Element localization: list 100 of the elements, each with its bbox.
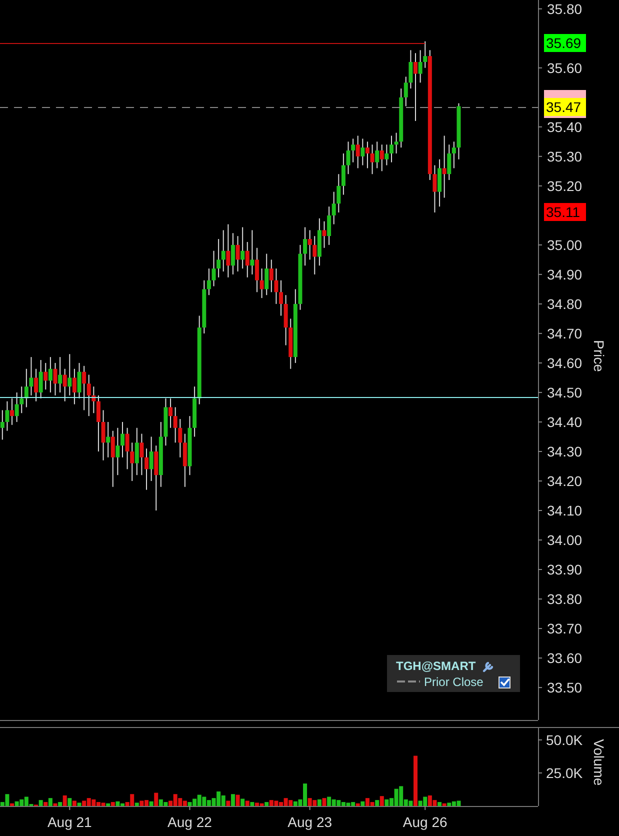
bar <box>58 802 62 806</box>
candlestick <box>24 368 28 408</box>
candlestick <box>182 433 187 488</box>
candlestick <box>68 354 72 396</box>
candlestick <box>254 247 259 293</box>
candlestick <box>226 224 230 278</box>
bar <box>38 800 43 806</box>
candlestick <box>414 52 418 122</box>
bar <box>356 803 360 806</box>
candlestick <box>442 135 446 198</box>
bar <box>10 803 14 806</box>
bar <box>44 802 48 806</box>
bar <box>134 802 139 806</box>
candlestick <box>447 144 452 180</box>
candlestick <box>438 158 442 208</box>
candlestick <box>20 386 24 414</box>
candlestick <box>72 368 76 405</box>
price-tick-label: 34.40 <box>547 414 582 430</box>
candlestick <box>360 138 365 166</box>
bar <box>62 795 67 806</box>
candlestick <box>212 250 216 287</box>
price-tick-label: 34.10 <box>547 502 582 518</box>
candlestick <box>260 268 264 299</box>
bar <box>245 800 250 806</box>
bar <box>414 756 418 806</box>
candlestick <box>134 427 139 476</box>
bar <box>106 803 110 806</box>
candlestick <box>365 141 370 169</box>
candlestick <box>408 50 413 90</box>
candlestick <box>332 191 336 225</box>
candlestick <box>245 241 250 278</box>
price-tick-label: 34.70 <box>547 325 582 342</box>
candlestick <box>336 174 341 213</box>
bar <box>72 800 76 806</box>
price-tick-label: 33.80 <box>547 591 582 608</box>
bar <box>250 802 254 806</box>
axis-title: Volume <box>591 739 607 786</box>
candlestick <box>380 144 384 172</box>
candlestick <box>312 236 317 275</box>
candlestick <box>327 206 332 246</box>
candlestick <box>5 400 10 432</box>
bar <box>322 798 326 806</box>
price-tick-label: 34.00 <box>547 532 582 548</box>
price-tick-label: 35.80 <box>547 0 582 17</box>
candlestick <box>351 138 356 163</box>
candlestick <box>384 144 389 166</box>
date-label: Aug 22 <box>168 814 212 830</box>
candlestick <box>10 398 14 426</box>
candlestick <box>110 430 115 488</box>
candlestick <box>423 40 428 68</box>
bar <box>149 801 154 806</box>
bar <box>236 794 240 806</box>
candlestick <box>308 230 312 260</box>
candlestick <box>53 362 58 396</box>
candlestick <box>62 368 67 402</box>
legend-label: Prior Close <box>424 675 484 689</box>
candlestick <box>236 236 240 272</box>
price-marker: 35.11 <box>544 203 586 221</box>
candlestick <box>154 445 158 511</box>
price-tick-label: 35.60 <box>547 60 582 76</box>
candlestick <box>140 433 144 476</box>
candlestick <box>206 268 211 296</box>
candlestick <box>82 365 86 411</box>
candlestick <box>101 410 106 461</box>
bar <box>317 799 322 806</box>
candlestick <box>168 398 173 428</box>
candlestick <box>125 427 130 470</box>
date-label: Aug 21 <box>47 814 92 830</box>
wrench-icon[interactable] <box>482 662 494 672</box>
price-tick-label: 34.20 <box>547 472 582 489</box>
checkbox[interactable] <box>498 676 510 688</box>
bar <box>110 802 115 806</box>
bar <box>154 792 158 806</box>
bar <box>53 803 58 806</box>
price-tick-label: 34.60 <box>547 354 582 371</box>
candlestick <box>173 406 178 444</box>
candlestick <box>250 230 254 275</box>
candlestick <box>404 76 408 107</box>
candlestick <box>144 448 149 490</box>
candlestick <box>264 253 269 296</box>
candlestick <box>341 152 346 196</box>
bar <box>264 802 269 806</box>
candlestick <box>48 356 52 393</box>
price-tick-label: 35.00 <box>547 236 582 253</box>
candlestick <box>58 356 62 393</box>
candlestick <box>370 144 374 175</box>
bar <box>438 802 442 806</box>
candlestick <box>356 135 360 169</box>
candlestick <box>96 394 100 452</box>
date-label: Aug 23 <box>288 814 332 830</box>
price-tick-label: 34.30 <box>547 443 582 460</box>
candlestick <box>269 259 274 293</box>
price-tick-label: 33.70 <box>547 620 582 637</box>
candlestick <box>0 410 4 440</box>
price-tick-label: 34.80 <box>547 296 582 312</box>
price-tick-label: 35.40 <box>547 118 582 135</box>
candlestick <box>279 280 284 316</box>
bar <box>48 798 52 806</box>
candlestick <box>14 392 19 422</box>
candlestick <box>394 132 398 154</box>
